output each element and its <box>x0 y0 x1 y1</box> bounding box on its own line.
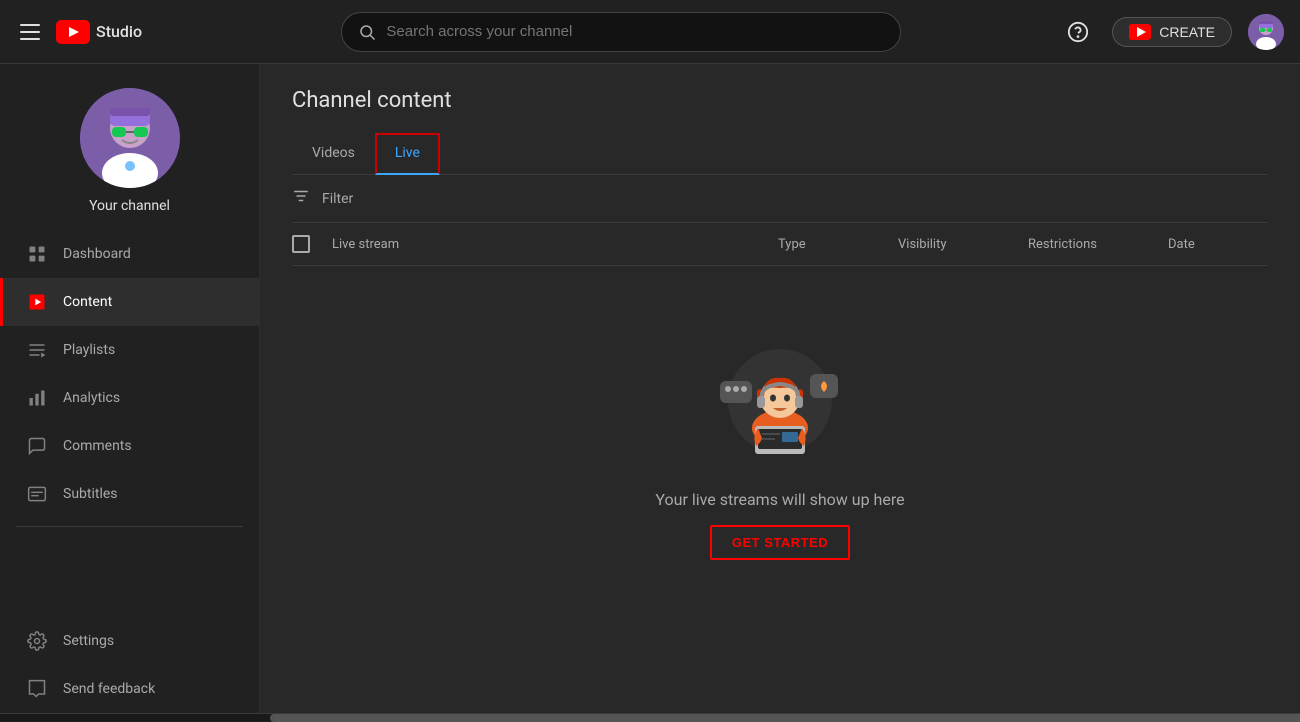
nav-items: Dashboard Content <box>0 230 259 713</box>
main-inner: Channel content Videos Live <box>260 64 1300 644</box>
subtitles-label: Subtitles <box>63 486 118 502</box>
sidebar-item-dashboard[interactable]: Dashboard <box>0 230 259 278</box>
sidebar-item-comments[interactable]: Comments <box>0 422 259 470</box>
comments-icon <box>27 436 47 456</box>
col-header-stream: Live stream <box>332 237 778 252</box>
filter-icon <box>292 187 310 210</box>
playlists-label: Playlists <box>63 342 115 358</box>
hamburger-menu[interactable] <box>16 20 44 44</box>
create-video-icon <box>1129 24 1151 40</box>
analytics-icon <box>27 388 47 408</box>
tabs: Videos Live <box>292 133 1268 175</box>
main-content: Channel content Videos Live <box>260 64 1300 713</box>
content-icon <box>27 292 47 312</box>
user-avatar[interactable] <box>1248 14 1284 50</box>
table-header: Live stream Type Visibility Restrictions… <box>292 223 1268 266</box>
page-title: Channel content <box>292 88 1268 113</box>
comments-label: Comments <box>63 438 132 454</box>
logo[interactable]: Studio <box>56 20 142 44</box>
sidebar-item-analytics[interactable]: Analytics <box>0 374 259 422</box>
create-button[interactable]: CREATE <box>1112 17 1232 47</box>
help-button[interactable] <box>1060 14 1096 50</box>
sidebar-item-playlists[interactable]: Playlists <box>0 326 259 374</box>
empty-state: Your live streams will show up here GET … <box>292 266 1268 620</box>
feedback-label: Send feedback <box>63 681 155 697</box>
col-header-restrictions: Restrictions <box>1028 237 1168 252</box>
studio-label: Studio <box>96 22 142 41</box>
search-input[interactable] <box>386 23 884 40</box>
sidebar-item-settings[interactable]: Settings <box>0 617 259 665</box>
playlists-icon <box>27 340 47 360</box>
streamer-illustration <box>710 326 850 466</box>
channel-avatar[interactable] <box>80 88 180 188</box>
avatar-image <box>1248 14 1284 50</box>
dashboard-icon <box>27 244 47 264</box>
filter-row: Filter <box>292 175 1268 223</box>
header: Studio CREATE <box>0 0 1300 64</box>
select-all-checkbox[interactable] <box>292 235 332 253</box>
empty-state-text: Your live streams will show up here <box>655 490 904 509</box>
channel-avatar-image <box>80 88 180 188</box>
settings-label: Settings <box>63 633 114 649</box>
feedback-icon <box>27 679 47 699</box>
checkbox-box[interactable] <box>292 235 310 253</box>
help-icon <box>1067 21 1089 43</box>
subtitles-icon <box>27 484 47 504</box>
col-header-visibility: Visibility <box>898 237 1028 252</box>
avatar-svg <box>1248 14 1284 50</box>
search-bar[interactable] <box>341 12 901 52</box>
analytics-label: Analytics <box>63 390 120 406</box>
youtube-icon <box>56 20 90 44</box>
sidebar-item-content[interactable]: Content <box>0 278 259 326</box>
settings-icon <box>27 631 47 651</box>
channel-section: Your channel <box>0 64 259 230</box>
tab-videos[interactable]: Videos <box>292 133 375 175</box>
sidebar-item-feedback[interactable]: Send feedback <box>0 665 259 713</box>
sidebar-item-subtitles[interactable]: Subtitles <box>0 470 259 518</box>
dashboard-label: Dashboard <box>63 246 131 262</box>
search-icon <box>358 23 376 41</box>
sidebar: Your channel Dashboard <box>0 64 260 713</box>
bottom-scrollbar[interactable] <box>0 713 1300 721</box>
col-header-type: Type <box>778 237 898 252</box>
filter-label: Filter <box>322 191 353 207</box>
create-label: CREATE <box>1159 24 1215 40</box>
col-header-date: Date <box>1168 237 1268 252</box>
tab-live[interactable]: Live <box>375 133 440 175</box>
body: Your channel Dashboard <box>0 64 1300 713</box>
get-started-button[interactable]: GET STARTED <box>710 525 850 560</box>
channel-name-label: Your channel <box>89 198 170 214</box>
content-label: Content <box>63 294 112 310</box>
empty-illustration <box>710 326 850 466</box>
nav-divider <box>16 526 243 527</box>
header-left: Studio <box>16 20 256 44</box>
header-right: CREATE <box>1060 14 1284 50</box>
